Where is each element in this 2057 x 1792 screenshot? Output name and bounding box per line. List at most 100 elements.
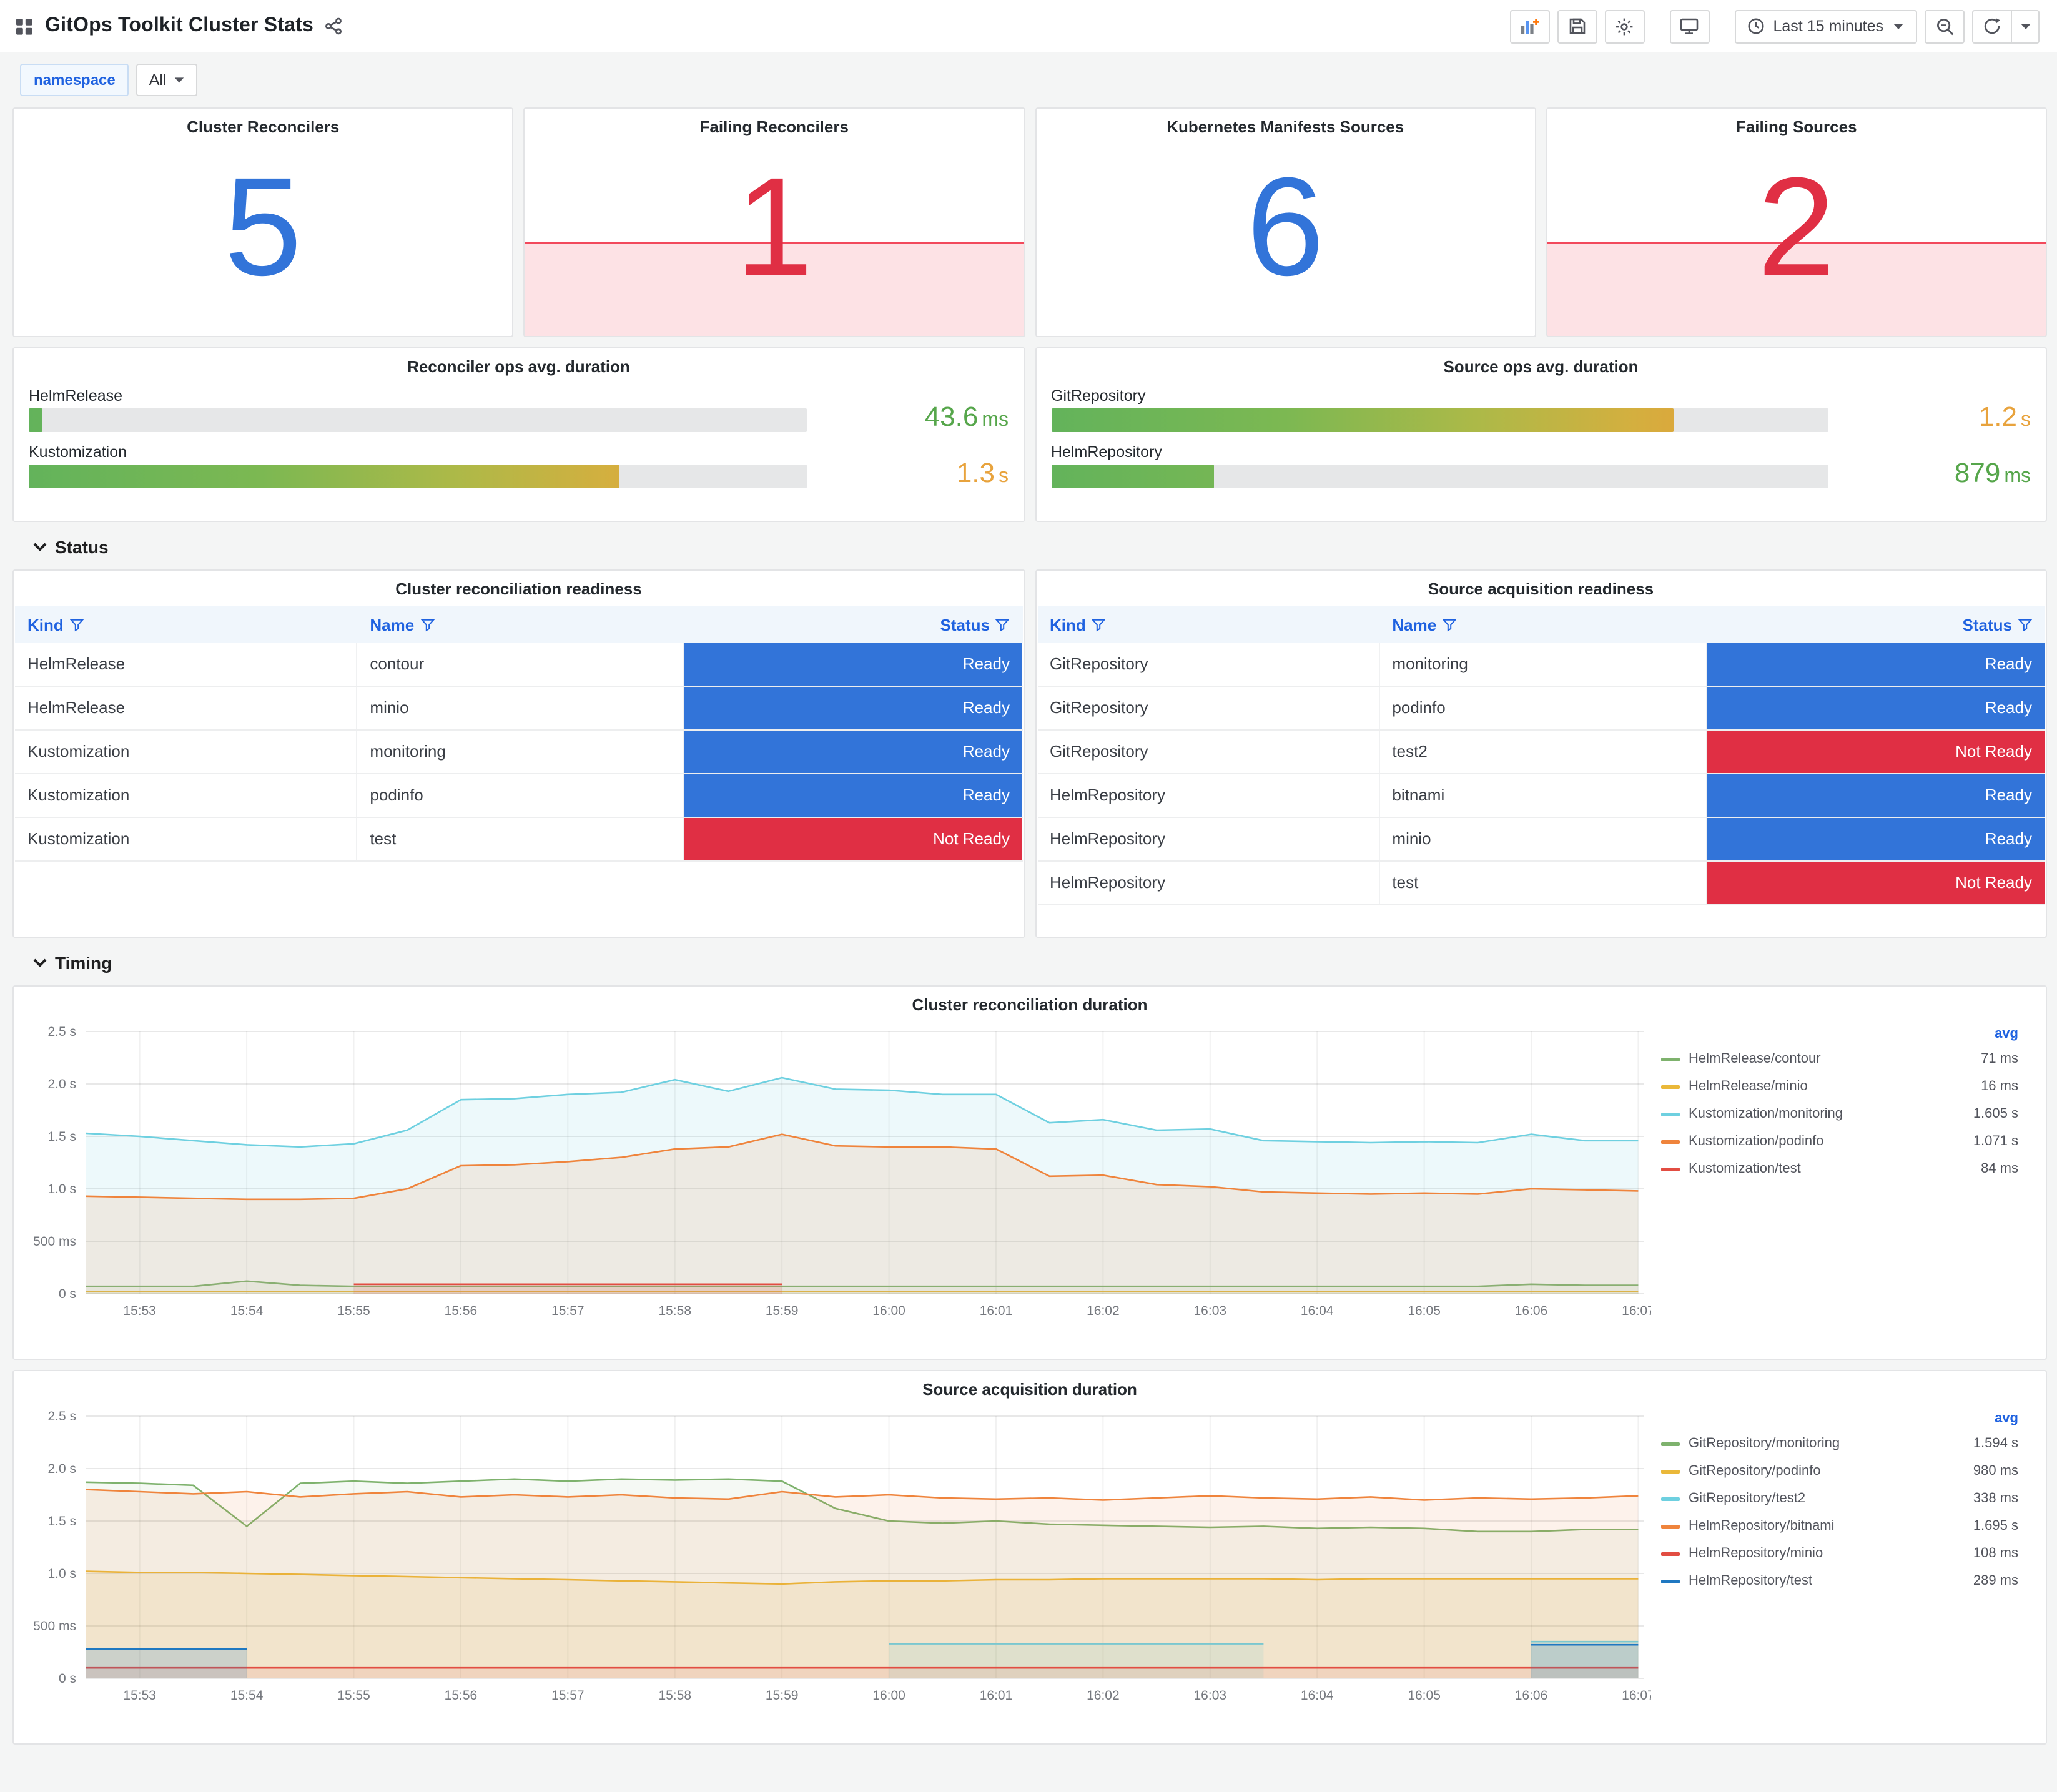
panel-source-acquisition-duration: Source acquisition duration 15:53 15:54 15… (12, 1370, 2047, 1745)
refresh-button[interactable] (1972, 9, 2012, 43)
series-color-swatch (1661, 1552, 1680, 1555)
table-cell: GitRepository (1037, 731, 1380, 773)
variable-namespace-dropdown[interactable]: All (136, 64, 198, 96)
gauge-track (1051, 408, 1828, 432)
table-row: HelmRelease minio Ready (15, 687, 1022, 731)
legend-item[interactable]: HelmRepository/minio 108 ms (1661, 1540, 2018, 1567)
table-body: HelmRelease contour Ready HelmRelease minio R… (15, 643, 1022, 862)
add-panel-button[interactable] (1509, 9, 1550, 43)
filter-funnel-icon (1092, 618, 1106, 631)
table-cell: minio (1379, 818, 1707, 860)
svg-text:16:05: 16:05 (1408, 1304, 1441, 1318)
legend-item[interactable]: Kustomization/test 84 ms (1661, 1155, 2018, 1183)
status-cell: Ready (684, 731, 1022, 773)
column-header-kind[interactable]: Kind (15, 606, 357, 643)
column-header-status[interactable]: Status (685, 606, 1022, 643)
series-color-swatch (1661, 1085, 1680, 1088)
share-icon[interactable] (325, 17, 342, 35)
panel-title[interactable]: Cluster reconciliation duration (14, 987, 2046, 1014)
readiness-table: Kind Name Status HelmRelease contour Ready He… (15, 606, 1022, 862)
timeseries-plot[interactable]: 15:53 15:54 15:55 15:56 15:57 15:58 15:59 16:00… (21, 1019, 1651, 1324)
refresh-interval-dropdown[interactable] (2012, 9, 2040, 43)
panel-title[interactable]: Cluster Reconcilers (14, 109, 512, 136)
panel-title[interactable]: Reconciler ops avg. duration (29, 348, 1009, 376)
svg-text:15:59: 15:59 (766, 1688, 799, 1703)
svg-text:16:05: 16:05 (1408, 1688, 1441, 1703)
table-row: HelmRepository minio Ready (1037, 818, 2045, 862)
cycle-view-button[interactable] (1669, 9, 1710, 43)
legend-item[interactable]: GitRepository/podinfo 980 ms (1661, 1457, 2018, 1485)
series-color-swatch (1661, 1442, 1680, 1445)
panel-source-acquisition-readiness: Source acquisition readiness Kind Name Sta… (1035, 569, 2047, 938)
status-cell: Ready (1707, 687, 2045, 729)
stat-panel-cluster-reconcilers: Cluster Reconcilers 5 (12, 107, 514, 337)
series-name: HelmRelease/contour (1689, 1051, 1821, 1066)
series-color-swatch (1661, 1524, 1680, 1528)
variable-label-namespace[interactable]: namespace (20, 64, 129, 96)
apps-grid-icon[interactable] (15, 17, 34, 36)
status-cell: Not Ready (1707, 862, 2045, 904)
table-cell: contour (357, 643, 685, 686)
svg-text:0 s: 0 s (59, 1671, 76, 1686)
legend-avg-header[interactable]: avg (1661, 1026, 2018, 1041)
table-cell: Kustomization (15, 731, 358, 773)
series-name: Kustomization/monitoring (1689, 1106, 1843, 1121)
legend-item[interactable]: HelmRepository/bitnami 1.695 s (1661, 1512, 2018, 1540)
panel-title[interactable]: Kubernetes Manifests Sources (1036, 109, 1534, 136)
svg-text:16:00: 16:00 (872, 1304, 905, 1318)
gauge-label: HelmRelease (29, 387, 123, 405)
series-avg-value: 16 ms (1981, 1079, 2018, 1094)
svg-text:15:57: 15:57 (551, 1688, 585, 1703)
panel-title[interactable]: Source acquisition readiness (1036, 571, 2046, 598)
zoom-out-button[interactable] (1925, 9, 1965, 43)
column-header-name[interactable]: Name (1379, 606, 1707, 643)
legend-item[interactable]: Kustomization/podinfo 1.071 s (1661, 1128, 2018, 1155)
stat-panel-manifests-sources: Kubernetes Manifests Sources 6 (1035, 107, 1536, 337)
svg-text:15:57: 15:57 (551, 1304, 585, 1318)
section-row-timing[interactable]: Timing (32, 953, 2047, 973)
status-cell: Ready (684, 687, 1022, 729)
table-cell: HelmRelease (15, 687, 358, 729)
gauge-track (29, 408, 806, 432)
status-cell: Ready (1707, 774, 2045, 817)
timeseries-plot[interactable]: 15:53 15:54 15:55 15:56 15:57 15:58 15:59 16:00… (21, 1404, 1651, 1708)
legend-item[interactable]: HelmRelease/contour 71 ms (1661, 1045, 2018, 1073)
svg-text:16:00: 16:00 (872, 1688, 905, 1703)
panel-title[interactable]: Failing Reconcilers (525, 109, 1024, 136)
panel-title[interactable]: Failing Sources (1547, 109, 2046, 136)
time-range-picker[interactable]: Last 15 minutes (1734, 9, 1917, 43)
filter-funnel-icon (2018, 618, 2032, 631)
legend-item[interactable]: Kustomization/monitoring 1.605 s (1661, 1100, 2018, 1128)
svg-text:2.5 s: 2.5 s (47, 1409, 76, 1424)
series-name: Kustomization/test (1689, 1161, 1801, 1176)
panel-title[interactable]: Source acquisition duration (14, 1371, 2046, 1399)
variable-namespace-value: All (149, 71, 167, 89)
svg-text:16:07: 16:07 (1622, 1688, 1651, 1703)
column-header-status[interactable]: Status (1707, 606, 2045, 643)
chart-legend: avg GitRepository/monitoring 1.594 s GitRep… (1651, 1404, 2026, 1708)
table-cell: minio (357, 687, 685, 729)
gauge-label: Kustomization (29, 443, 127, 461)
svg-text:15:54: 15:54 (230, 1304, 264, 1318)
stats-row: Cluster Reconcilers 5 Failing Reconciler… (12, 107, 2047, 337)
legend-avg-header[interactable]: avg (1661, 1411, 2018, 1426)
gauge-gitrepository: GitRepository 1.2 s (1051, 387, 2031, 432)
svg-text:15:53: 15:53 (123, 1688, 156, 1703)
svg-text:2.0 s: 2.0 s (47, 1077, 76, 1091)
legend-item[interactable]: HelmRepository/test 289 ms (1661, 1567, 2018, 1595)
svg-text:15:55: 15:55 (337, 1304, 370, 1318)
table-header-row: Kind Name Status (1037, 606, 2045, 643)
filter-funnel-icon (995, 618, 1010, 631)
series-avg-value: 289 ms (1973, 1573, 2018, 1588)
column-header-kind[interactable]: Kind (1037, 606, 1379, 643)
panel-title[interactable]: Source ops avg. duration (1051, 348, 2031, 376)
legend-item[interactable]: GitRepository/monitoring 1.594 s (1661, 1430, 2018, 1457)
legend-item[interactable]: HelmRelease/minio 16 ms (1661, 1073, 2018, 1100)
svg-text:500 ms: 500 ms (33, 1619, 76, 1633)
column-header-name[interactable]: Name (357, 606, 684, 643)
dashboard-settings-button[interactable] (1604, 9, 1645, 43)
legend-item[interactable]: GitRepository/test2 338 ms (1661, 1485, 2018, 1512)
section-row-status[interactable]: Status (32, 537, 2047, 557)
save-dashboard-button[interactable] (1557, 9, 1597, 43)
panel-title[interactable]: Cluster reconciliation readiness (14, 571, 1024, 598)
